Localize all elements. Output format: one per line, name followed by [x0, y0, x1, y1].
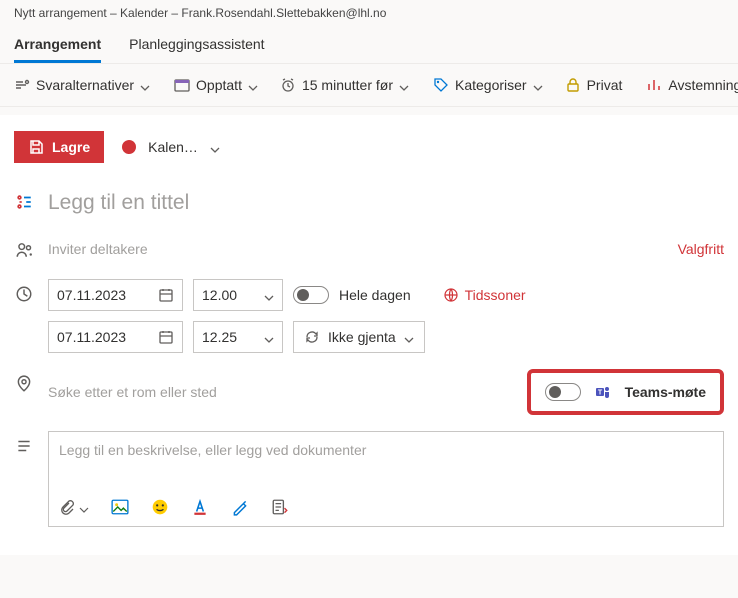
teams-label: Teams-møte: [625, 384, 706, 400]
clock-icon: [14, 279, 34, 303]
chevron-down-icon: [210, 142, 220, 152]
ribbon-categorize[interactable]: Kategoriser: [433, 77, 543, 93]
ribbon-reminder[interactable]: 15 minutter før: [280, 77, 409, 93]
title-icon: [14, 187, 34, 211]
timezones-link[interactable]: Tidssoner: [443, 287, 526, 303]
repeat-icon: [304, 329, 320, 345]
calendar-icon: [158, 287, 174, 303]
calendar-color-dot: [122, 140, 136, 154]
lock-icon: [565, 77, 581, 93]
font-color-button[interactable]: [191, 498, 209, 516]
tab-arrangement[interactable]: Arrangement: [14, 26, 101, 63]
ribbon-categorize-label: Kategoriser: [455, 77, 527, 93]
location-input[interactable]: Søke etter et rom eller sted: [48, 378, 505, 406]
insert-more-button[interactable]: [271, 498, 289, 516]
teams-meeting-box: T Teams-møte: [527, 369, 724, 415]
end-date-value: 07.11.2023: [57, 329, 126, 345]
ribbon-poll-label: Avstemning: [668, 77, 738, 93]
recurrence-label: Ikke gjenta: [328, 329, 396, 345]
chevron-down-icon: [140, 80, 150, 90]
end-date-field[interactable]: 07.11.2023: [48, 321, 183, 353]
tab-planleggingsassistent[interactable]: Planleggingsassistent: [129, 26, 264, 63]
calendar-name: Kalen…: [148, 139, 198, 155]
end-time-field[interactable]: 12.25: [193, 321, 283, 353]
start-time-value: 12.00: [202, 287, 237, 303]
ribbon-svaralternativer[interactable]: Svaralternativer: [14, 77, 150, 93]
all-day-label: Hele dagen: [339, 287, 411, 303]
svg-text:T: T: [597, 390, 602, 397]
teams-icon: T: [595, 384, 611, 400]
response-options-icon: [14, 77, 30, 93]
ink-button[interactable]: [231, 498, 249, 516]
ribbon-poll[interactable]: Avstemning: [646, 77, 738, 93]
insert-emoji-button[interactable]: [151, 498, 169, 516]
chevron-down-icon: [399, 80, 409, 90]
ribbon-private[interactable]: Privat: [565, 77, 623, 93]
chevron-down-icon: [404, 332, 414, 342]
globe-icon: [443, 287, 459, 303]
location-icon: [14, 369, 34, 393]
end-time-value: 12.25: [202, 329, 237, 345]
chevron-down-icon: [264, 290, 274, 300]
recurrence-selector[interactable]: Ikke gjenta: [293, 321, 425, 353]
chevron-down-icon: [79, 502, 89, 512]
poll-icon: [646, 77, 662, 93]
calendar-selector[interactable]: Kalen…: [122, 139, 220, 155]
ribbon-reminder-label: 15 minutter før: [302, 77, 393, 93]
calendar-icon: [158, 329, 174, 345]
description-icon: [14, 431, 34, 455]
event-form: Legg til en tittel Inviter deltakere Val…: [0, 173, 738, 555]
timezones-label: Tidssoner: [465, 287, 526, 303]
ribbon: Svaralternativer Opptatt 15 minutter før…: [0, 64, 738, 107]
save-icon: [28, 139, 44, 155]
window-title: Nytt arrangement – Kalender – Frank.Rose…: [0, 0, 738, 26]
description-placeholder: Legg til en beskrivelse, eller legg ved …: [59, 442, 713, 458]
optional-link[interactable]: Valgfritt: [678, 241, 724, 257]
tab-strip: Arrangement Planleggingsassistent: [0, 26, 738, 64]
start-date-value: 07.11.2023: [57, 287, 126, 303]
insert-image-button[interactable]: [111, 498, 129, 516]
start-time-field[interactable]: 12.00: [193, 279, 283, 311]
chevron-down-icon: [264, 332, 274, 342]
save-button[interactable]: Lagre: [14, 131, 104, 163]
ribbon-svaralternativer-label: Svaralternativer: [36, 77, 134, 93]
chevron-down-icon: [533, 80, 543, 90]
chevron-down-icon: [248, 80, 258, 90]
ribbon-private-label: Privat: [587, 77, 623, 93]
teams-toggle[interactable]: [545, 383, 581, 401]
title-input[interactable]: Legg til en tittel: [48, 187, 724, 219]
save-button-label: Lagre: [52, 139, 90, 155]
insert-toolbar: [59, 492, 713, 516]
description-box[interactable]: Legg til en beskrivelse, eller legg ved …: [48, 431, 724, 527]
invite-input[interactable]: Inviter deltakere: [48, 235, 668, 263]
tag-icon: [433, 77, 449, 93]
people-icon: [14, 235, 34, 259]
busy-icon: [174, 77, 190, 93]
start-date-field[interactable]: 07.11.2023: [48, 279, 183, 311]
ribbon-busy-label: Opptatt: [196, 77, 242, 93]
all-day-toggle[interactable]: [293, 286, 329, 304]
attach-button[interactable]: [59, 499, 89, 515]
save-bar: Lagre Kalen…: [0, 115, 738, 173]
alarm-icon: [280, 77, 296, 93]
ribbon-busy-status[interactable]: Opptatt: [174, 77, 258, 93]
